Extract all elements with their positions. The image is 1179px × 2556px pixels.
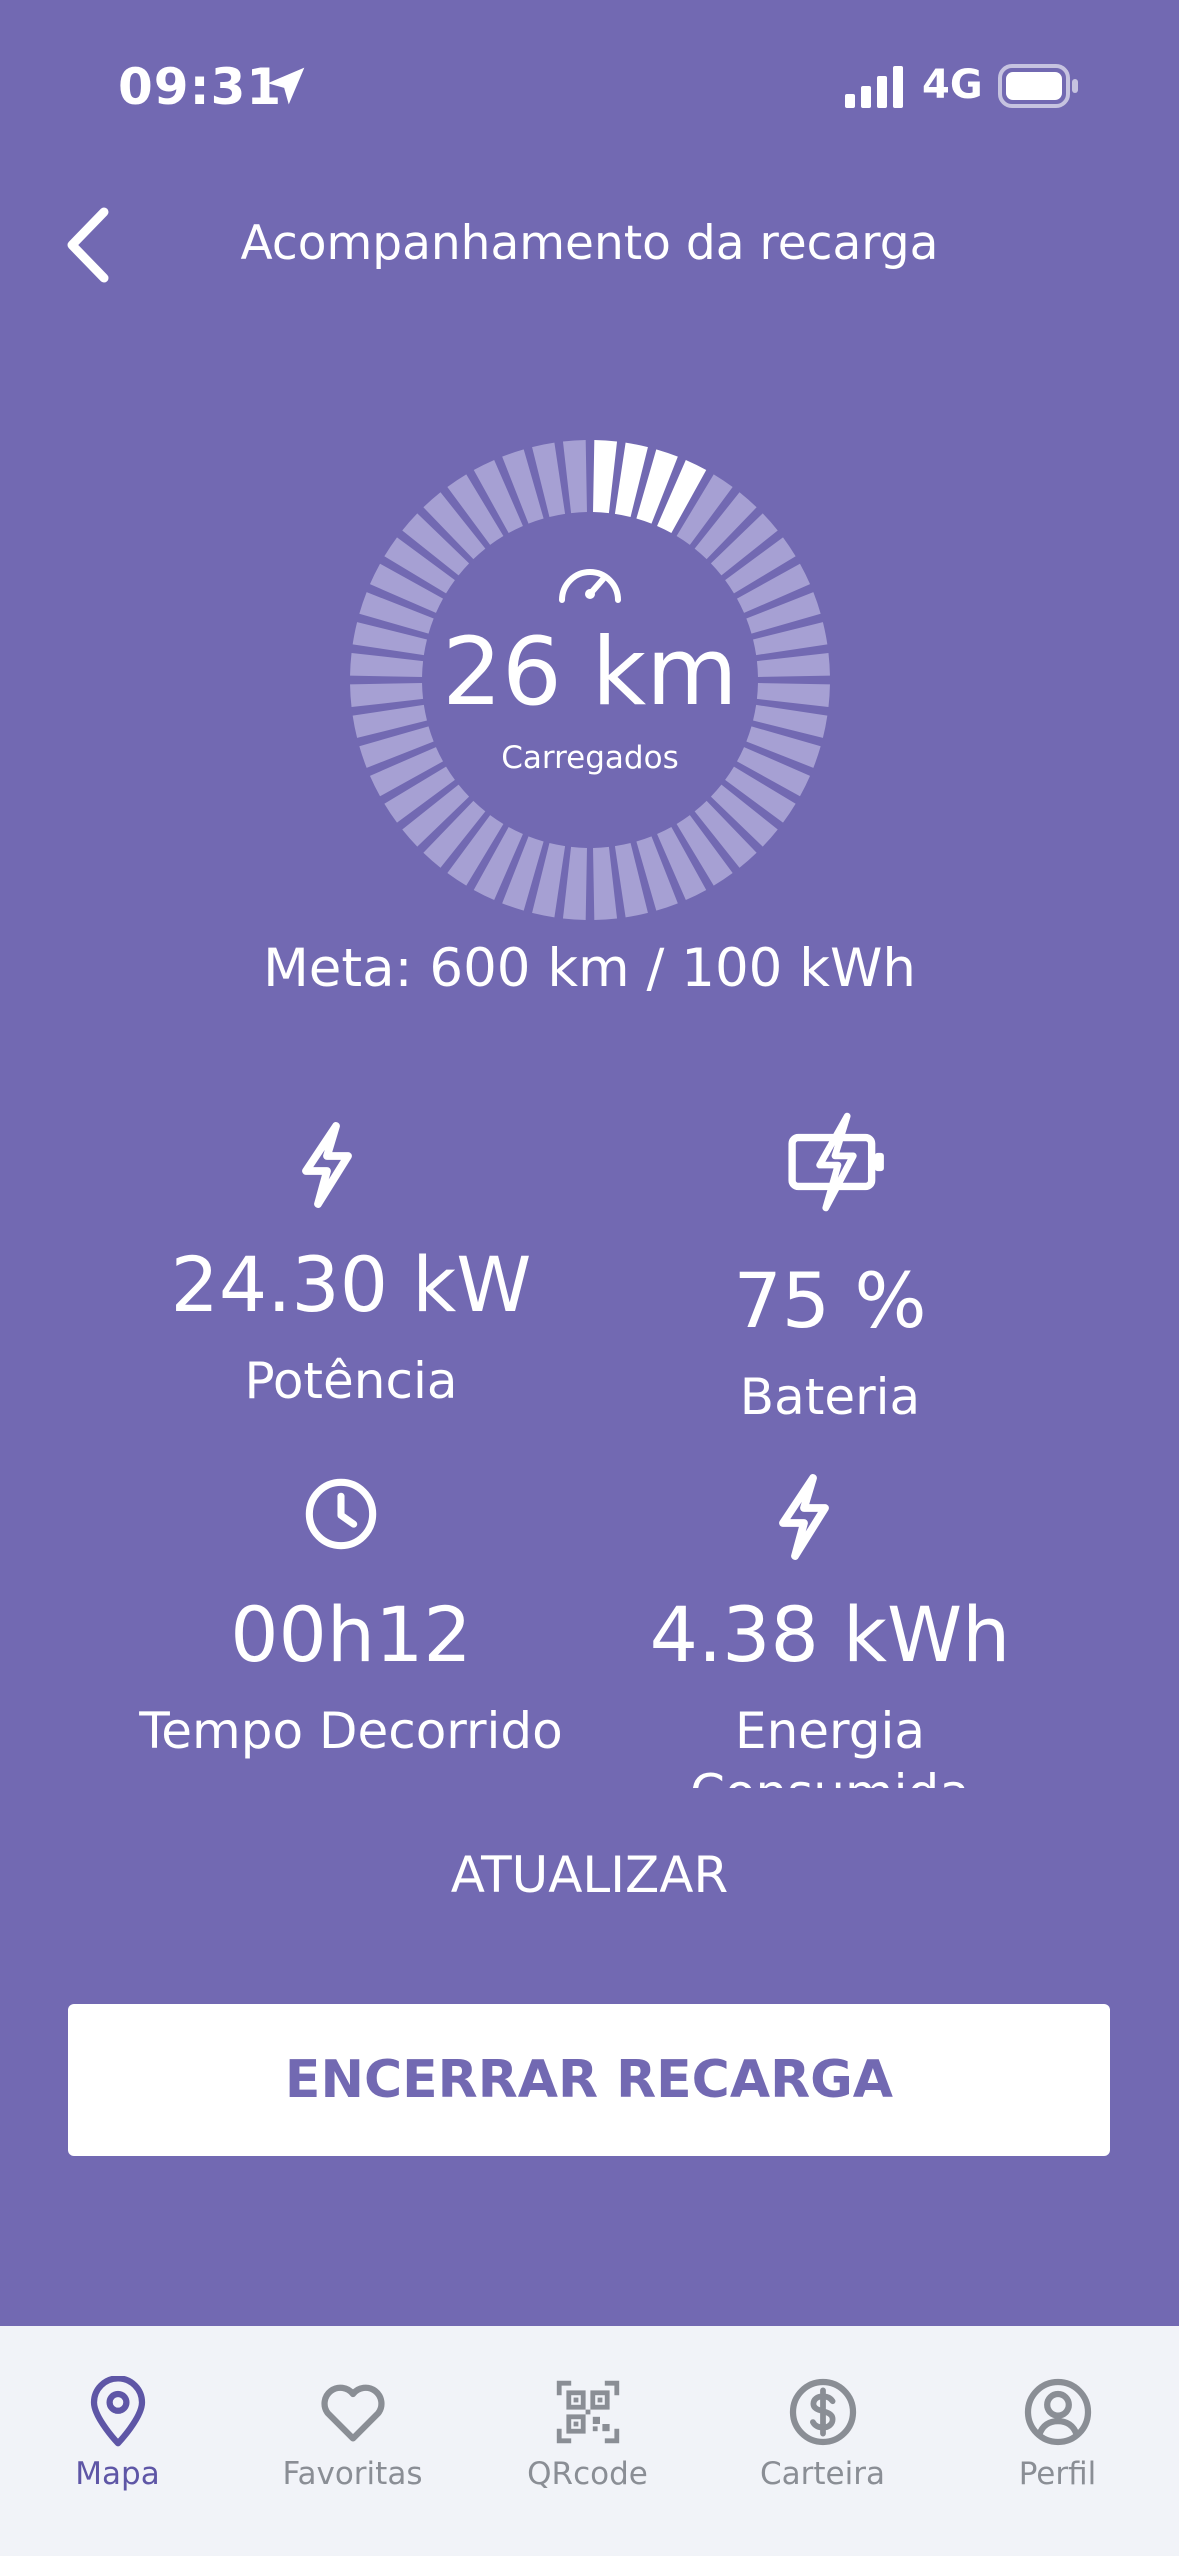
map-pin-icon xyxy=(90,2376,146,2447)
dollar-coin-icon xyxy=(789,2378,857,2446)
charged-km-value: 26 km xyxy=(442,618,738,727)
ring-segment-empty xyxy=(562,440,587,514)
signal-icon xyxy=(845,66,903,108)
lightning-icon xyxy=(302,1122,352,1208)
tab-label: Mapa xyxy=(75,2456,160,2492)
speedometer-icon xyxy=(559,569,621,603)
qrcode-icon xyxy=(556,2380,620,2444)
energy-label: Energia Consumida xyxy=(690,1702,970,1788)
tab-favoritas[interactable]: Favoritas xyxy=(235,2326,470,2526)
tab-mapa[interactable]: Mapa xyxy=(0,2326,235,2526)
tab-label: Perfil xyxy=(1018,2456,1097,2492)
status-time: 09:31 xyxy=(118,58,283,116)
power-label: Potência xyxy=(244,1352,458,1410)
network-label: 4G xyxy=(922,62,983,108)
charged-km-label: Carregados xyxy=(501,740,679,776)
charge-goal: Meta: 600 km / 100 kWh xyxy=(263,938,916,999)
lightning-icon xyxy=(779,1474,829,1560)
location-arrow-icon xyxy=(267,67,305,105)
end-charging-button[interactable]: ENCERRAR RECARGA xyxy=(68,2004,1110,2156)
battery-label: Bateria xyxy=(739,1368,921,1426)
battery-charging-icon xyxy=(788,1112,884,1212)
user-circle-icon xyxy=(1024,2378,1092,2446)
energy-value: 4.38 kWh xyxy=(649,1590,1011,1679)
heart-icon xyxy=(321,2384,385,2442)
tab-label: Favoritas xyxy=(282,2456,423,2492)
tab-label: QRcode xyxy=(527,2456,648,2492)
tab-label: Carteira xyxy=(760,2456,885,2492)
tab-qrcode[interactable]: QRcode xyxy=(470,2326,705,2526)
elapsed-time-value: 00h12 xyxy=(230,1590,472,1679)
tab-carteira[interactable]: Carteira xyxy=(705,2326,940,2526)
tab-perfil[interactable]: Perfil xyxy=(940,2326,1175,2526)
power-value: 24.30 kW xyxy=(170,1240,532,1329)
elapsed-time-label: Tempo Decorrido xyxy=(139,1702,563,1760)
bottom-tab-bar: Mapa Favoritas QRcode Carteira Perfil xyxy=(0,2326,1179,2556)
ring-segment-filled xyxy=(593,440,618,514)
battery-icon xyxy=(998,64,1078,108)
ring-segment-empty xyxy=(593,846,618,920)
ring-segment-empty xyxy=(562,846,587,920)
refresh-button[interactable]: ATUALIZAR xyxy=(0,1846,1179,1904)
page-title: Acompanhamento da recarga xyxy=(240,216,939,271)
clock-icon xyxy=(305,1478,377,1550)
battery-value: 75 % xyxy=(733,1256,927,1345)
